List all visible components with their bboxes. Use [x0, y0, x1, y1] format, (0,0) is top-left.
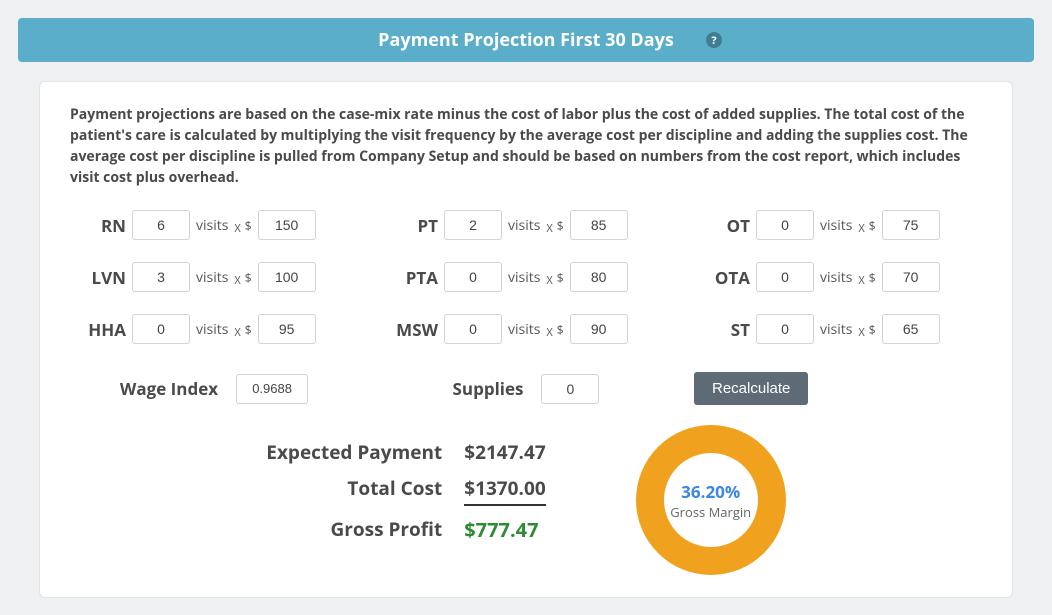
st-rate-input[interactable] — [882, 314, 940, 344]
visits-text: visits — [820, 320, 852, 339]
pta-visits-input[interactable] — [444, 262, 502, 292]
supplies-group: Supplies — [382, 372, 670, 405]
hha-label: HHA — [70, 318, 126, 341]
visits-text: visits — [820, 216, 852, 235]
times-glyph: X — [234, 273, 240, 288]
lvn-visits-input[interactable] — [132, 262, 190, 292]
donut-center: 36.20% Gross Margin — [636, 425, 786, 575]
ota-rate-input[interactable] — [882, 262, 940, 292]
dollar-glyph: $ — [557, 269, 564, 286]
msw-rate-input[interactable] — [570, 314, 628, 344]
description-text: Payment projections are based on the cas… — [70, 104, 982, 188]
gross-margin-donut: 36.20% Gross Margin — [636, 425, 786, 575]
hha-visits-input[interactable] — [132, 314, 190, 344]
wage-index-input[interactable] — [236, 374, 308, 404]
ot-label: OT — [694, 214, 750, 237]
controls-row: Wage Index Supplies Recalculate — [70, 372, 982, 405]
times-glyph: X — [234, 221, 240, 236]
discipline-st: ST visits X $ — [694, 314, 982, 344]
ota-visits-input[interactable] — [756, 262, 814, 292]
times-glyph: X — [858, 325, 864, 340]
hha-rate-input[interactable] — [258, 314, 316, 344]
rn-visits-input[interactable] — [132, 210, 190, 240]
rn-label: RN — [70, 214, 126, 237]
dollar-glyph: $ — [245, 217, 252, 234]
visits-text: visits — [196, 268, 228, 287]
total-cost-value: $1370.00 — [464, 475, 545, 506]
lvn-label: LVN — [70, 266, 126, 289]
total-cost-label: Total Cost — [266, 475, 442, 506]
pt-visits-input[interactable] — [444, 210, 502, 240]
dollar-glyph: $ — [869, 217, 876, 234]
msw-visits-input[interactable] — [444, 314, 502, 344]
visits-text: visits — [508, 216, 540, 235]
lvn-rate-input[interactable] — [258, 262, 316, 292]
visits-text: visits — [508, 320, 540, 339]
times-glyph: X — [858, 273, 864, 288]
rn-rate-input[interactable] — [258, 210, 316, 240]
discipline-hha: HHA visits X $ — [70, 314, 358, 344]
wage-index-label: Wage Index — [120, 377, 218, 400]
dollar-glyph: $ — [557, 321, 564, 338]
margin-label: Gross Margin — [670, 503, 751, 521]
msw-label: MSW — [382, 318, 438, 341]
visits-text: visits — [820, 268, 852, 287]
discipline-ota: OTA visits X $ — [694, 262, 982, 292]
gross-profit-label: Gross Profit — [266, 516, 442, 543]
ota-label: OTA — [694, 266, 750, 289]
banner-title: Payment Projection First 30 Days — [378, 28, 674, 52]
summary-section: Expected Payment $2147.47 Total Cost $13… — [70, 439, 982, 575]
st-label: ST — [694, 318, 750, 341]
dollar-glyph: $ — [557, 217, 564, 234]
dollar-glyph: $ — [245, 321, 252, 338]
visits-text: visits — [196, 216, 228, 235]
times-glyph: X — [858, 221, 864, 236]
help-icon[interactable]: ? — [706, 32, 722, 48]
ot-rate-input[interactable] — [882, 210, 940, 240]
summary-table: Expected Payment $2147.47 Total Cost $13… — [266, 439, 545, 543]
dollar-glyph: $ — [869, 321, 876, 338]
times-glyph: X — [234, 325, 240, 340]
visits-text: visits — [196, 320, 228, 339]
disciplines-grid: RN visits X $ PT visits X $ OT visits X … — [70, 210, 982, 344]
pta-label: PTA — [382, 266, 438, 289]
page-banner: Payment Projection First 30 Days ? — [18, 18, 1034, 62]
times-glyph: X — [546, 221, 552, 236]
recalc-group: Recalculate — [694, 372, 982, 405]
dollar-glyph: $ — [245, 269, 252, 286]
pt-label: PT — [382, 214, 438, 237]
times-glyph: X — [546, 325, 552, 340]
ot-visits-input[interactable] — [756, 210, 814, 240]
recalculate-button[interactable]: Recalculate — [694, 372, 808, 405]
gross-profit-value: $777.47 — [464, 516, 545, 543]
visits-text: visits — [508, 268, 540, 287]
wage-index-group: Wage Index — [70, 372, 358, 405]
expected-payment-label: Expected Payment — [266, 439, 442, 465]
pt-rate-input[interactable] — [570, 210, 628, 240]
projection-card: Payment projections are based on the cas… — [40, 82, 1012, 597]
margin-percent: 36.20% — [681, 480, 740, 503]
discipline-ot: OT visits X $ — [694, 210, 982, 240]
supplies-input[interactable] — [541, 374, 599, 404]
expected-payment-value: $2147.47 — [464, 439, 545, 465]
discipline-pta: PTA visits X $ — [382, 262, 670, 292]
pta-rate-input[interactable] — [570, 262, 628, 292]
discipline-pt: PT visits X $ — [382, 210, 670, 240]
st-visits-input[interactable] — [756, 314, 814, 344]
times-glyph: X — [546, 273, 552, 288]
supplies-label: Supplies — [453, 377, 524, 400]
discipline-lvn: LVN visits X $ — [70, 262, 358, 292]
dollar-glyph: $ — [869, 269, 876, 286]
discipline-rn: RN visits X $ — [70, 210, 358, 240]
discipline-msw: MSW visits X $ — [382, 314, 670, 344]
